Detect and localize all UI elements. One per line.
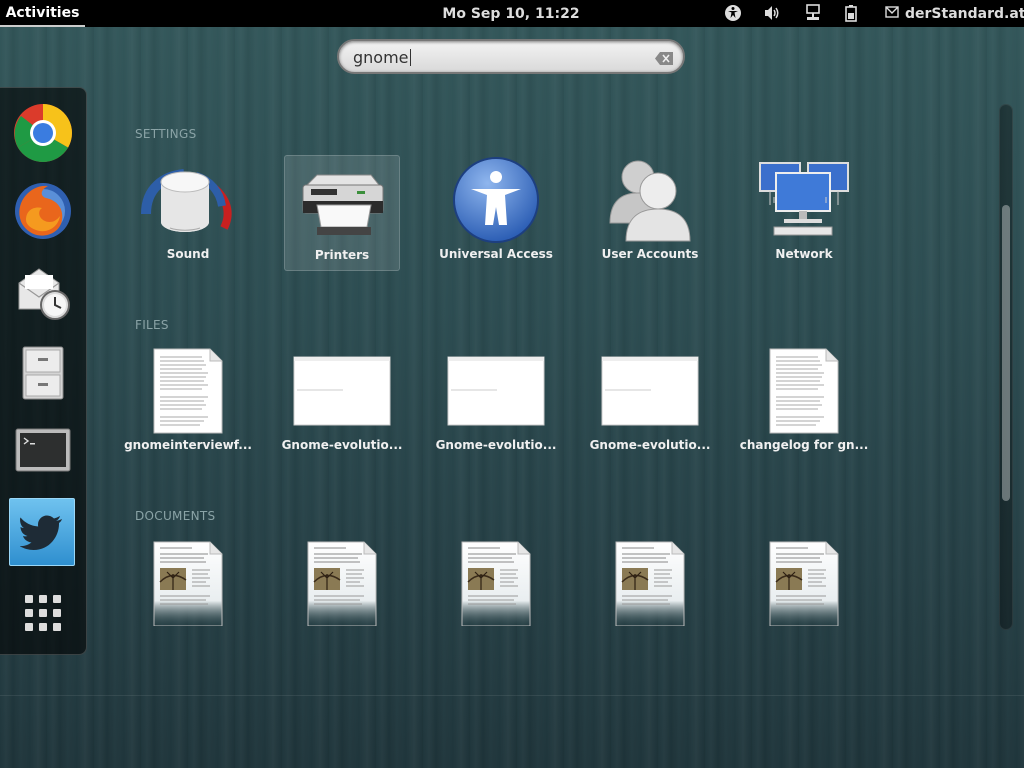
- result-user-accounts[interactable]: User Accounts: [592, 155, 708, 271]
- document-thumbnail-icon: [754, 538, 854, 628]
- result-document[interactable]: [746, 538, 862, 630]
- show-applications-icon[interactable]: [10, 578, 76, 648]
- result-label: Network: [775, 247, 833, 261]
- section-title-documents: DOCUMENTS: [135, 509, 216, 523]
- volume-icon[interactable]: [763, 4, 781, 22]
- result-file[interactable]: Gnome-evolutio...: [281, 346, 403, 462]
- result-label: Universal Access: [439, 247, 553, 261]
- clock[interactable]: Mo Sep 10, 11:22: [430, 0, 592, 27]
- result-file[interactable]: Gnome-evolutio...: [435, 346, 557, 462]
- document-thumbnail-icon: [446, 538, 546, 628]
- search-input[interactable]: gnome: [337, 39, 685, 74]
- result-file[interactable]: changelog for gn...: [740, 346, 868, 462]
- result-label: Gnome-evolutio...: [589, 438, 711, 452]
- result-network[interactable]: Network: [746, 155, 862, 271]
- result-file[interactable]: gnomeinterviewf...: [124, 346, 252, 462]
- result-sound[interactable]: Sound: [130, 155, 246, 271]
- result-label: User Accounts: [601, 247, 699, 261]
- result-document[interactable]: [130, 538, 246, 630]
- clear-search-icon[interactable]: [655, 50, 673, 65]
- top-panel: Activities Mo Sep 10, 11:22 derStandard.…: [0, 0, 1024, 27]
- mail-icon: [885, 5, 899, 22]
- text-document-icon: [138, 346, 238, 436]
- image-thumbnail-icon: [292, 346, 392, 436]
- user-accounts-icon: [600, 155, 700, 245]
- result-label: Gnome-evolutio...: [435, 438, 557, 452]
- user-menu-label: derStandard.at: [905, 5, 1024, 22]
- battery-icon[interactable]: [842, 4, 860, 22]
- universal-access-icon: [446, 155, 546, 245]
- printer-icon: [292, 156, 392, 246]
- document-thumbnail-icon: [600, 538, 700, 628]
- result-document[interactable]: [592, 538, 708, 630]
- scrollbar-thumb[interactable]: [1002, 205, 1010, 501]
- network-wired-icon[interactable]: [804, 4, 822, 22]
- search-text: gnome: [353, 48, 409, 67]
- speaker-icon: [138, 155, 238, 245]
- result-label: Sound: [166, 247, 210, 261]
- result-universal-access[interactable]: Universal Access: [438, 155, 554, 271]
- twitter-icon[interactable]: [9, 498, 75, 566]
- result-label: changelog for gn...: [739, 438, 869, 452]
- result-printers[interactable]: Printers: [284, 155, 400, 271]
- result-document[interactable]: [284, 538, 400, 630]
- result-label: Printers: [314, 248, 370, 262]
- result-file[interactable]: Gnome-evolutio...: [589, 346, 711, 462]
- document-thumbnail-icon: [138, 538, 238, 628]
- accessibility-icon[interactable]: [724, 4, 742, 22]
- network-icon: [754, 155, 854, 245]
- image-thumbnail-icon: [600, 346, 700, 436]
- terminal-icon[interactable]: [10, 415, 76, 485]
- result-label: gnomeinterviewf...: [124, 438, 252, 452]
- result-label: Gnome-evolutio...: [281, 438, 403, 452]
- message-tray: [0, 695, 1024, 768]
- image-thumbnail-icon: [446, 346, 546, 436]
- text-document-icon: [754, 346, 854, 436]
- user-menu[interactable]: derStandard.at: [885, 0, 1024, 27]
- document-thumbnail-icon: [292, 538, 392, 628]
- section-title-settings: SETTINGS: [135, 127, 197, 141]
- section-title-files: FILES: [135, 318, 169, 332]
- chrome-icon[interactable]: [10, 98, 76, 168]
- file-cabinet-icon[interactable]: [10, 338, 76, 408]
- result-document[interactable]: [438, 538, 554, 630]
- dash: [0, 87, 87, 655]
- evolution-mail-icon[interactable]: [10, 256, 76, 326]
- activities-button[interactable]: Activities: [0, 0, 85, 27]
- scrollbar[interactable]: [999, 104, 1013, 630]
- firefox-icon[interactable]: [10, 176, 76, 246]
